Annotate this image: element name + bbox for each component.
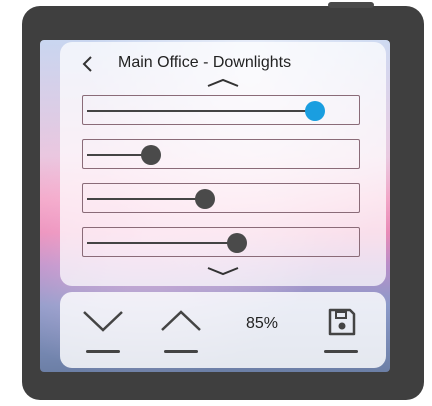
level-down-icon[interactable] (82, 308, 124, 334)
level-percent-label: 85% (246, 315, 279, 332)
brightness-slider-3[interactable] (82, 183, 360, 213)
page-title: Main Office - Downlights (118, 54, 292, 71)
level-up-icon[interactable] (160, 308, 202, 334)
slider-track (87, 110, 315, 112)
scroll-down-icon[interactable] (206, 266, 240, 276)
brightness-slider-1[interactable] (82, 95, 360, 125)
slider-knob[interactable] (304, 101, 325, 121)
back-chevron-icon[interactable] (80, 55, 96, 73)
save-underline (324, 350, 358, 353)
slider-knob[interactable] (194, 189, 215, 209)
scroll-up-icon[interactable] (206, 78, 240, 88)
slider-track (87, 198, 205, 200)
slider-knob[interactable] (227, 233, 248, 253)
slider-track (87, 242, 238, 244)
save-icon[interactable] (326, 306, 358, 338)
device-side-button (328, 2, 374, 8)
brightness-slider-2[interactable] (82, 139, 360, 169)
level-up-underline (164, 350, 198, 353)
slider-knob[interactable] (141, 145, 162, 165)
brightness-slider-4[interactable] (82, 227, 360, 257)
level-down-underline (86, 350, 120, 353)
